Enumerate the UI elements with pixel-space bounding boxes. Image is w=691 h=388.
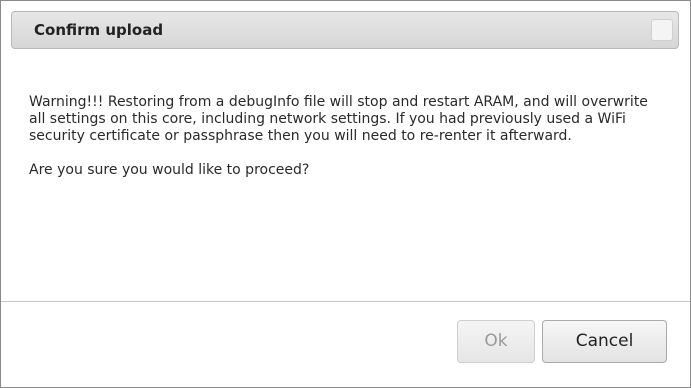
footer-divider	[1, 301, 690, 302]
warning-message: Warning!!! Restoring from a debugInfo fi…	[29, 94, 648, 144]
confirmation-question: Are you sure you would like to proceed?	[29, 162, 310, 178]
dialog-body: Warning!!! Restoring from a debugInfo fi…	[29, 94, 659, 179]
dialog-title: Confirm upload	[34, 21, 164, 39]
ok-button[interactable]: Ok	[457, 320, 535, 363]
close-icon[interactable]	[651, 19, 673, 41]
dialog-titlebar: Confirm upload	[11, 11, 679, 49]
cancel-button[interactable]: Cancel	[542, 320, 667, 363]
confirm-upload-dialog: Confirm upload Warning!!! Restoring from…	[0, 0, 691, 388]
